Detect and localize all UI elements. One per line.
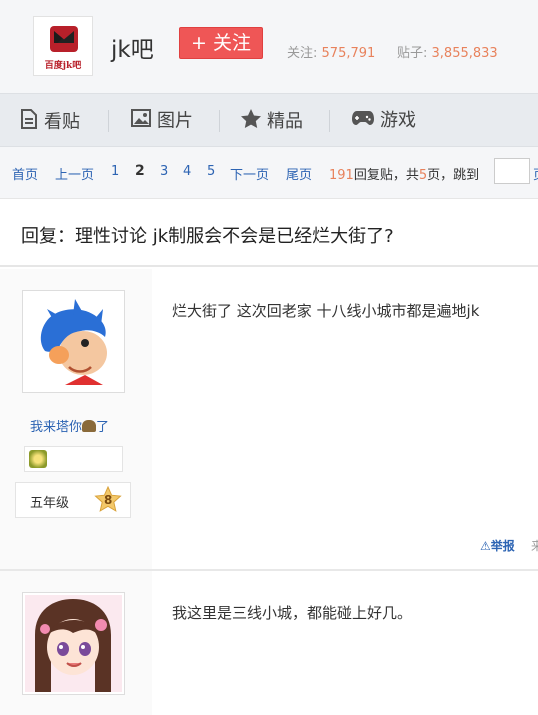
username[interactable]: 我来塔你了 bbox=[30, 416, 109, 435]
nav-divider bbox=[329, 110, 330, 132]
document-icon bbox=[20, 109, 38, 136]
nav-divider bbox=[108, 110, 109, 132]
pager-prev[interactable]: 上一页 bbox=[55, 164, 94, 183]
tab-games-label: 游戏 bbox=[380, 110, 416, 131]
thread-title: 回复：理性讨论 jk制服会不会是已经烂大街了? bbox=[21, 226, 394, 247]
thread-title-bar: 回复：理性讨论 jk制服会不会是已经烂大街了? bbox=[0, 200, 538, 267]
warning-icon: ⚠ bbox=[480, 539, 491, 553]
forum-name[interactable]: jk吧 bbox=[111, 30, 154, 64]
report-link[interactable]: ⚠举报 bbox=[480, 537, 515, 554]
posts-label: 贴子: bbox=[397, 46, 428, 61]
pager-page-5[interactable]: 5 bbox=[207, 164, 215, 179]
pager-first[interactable]: 首页 bbox=[12, 164, 38, 183]
logo-text: 百度jk吧 bbox=[44, 61, 82, 71]
pager-page-3[interactable]: 3 bbox=[160, 164, 168, 179]
pagination: 首页 上一页 1 2 3 4 5 下一页 尾页 191回复贴，共5页，跳到 bbox=[0, 147, 538, 199]
forum-logo[interactable]: 百度jk吧 bbox=[33, 16, 93, 76]
logo-cup-icon bbox=[50, 26, 78, 52]
followers-stat: 关注: 575,791 bbox=[287, 42, 375, 61]
post-content: 我这里是三线小城，都能碰上好几。 bbox=[172, 604, 413, 622]
pager-page-current: 2 bbox=[135, 163, 145, 179]
follow-button[interactable]: + 关注 bbox=[179, 27, 263, 59]
tab-posts[interactable]: 看贴 bbox=[20, 109, 80, 133]
post: 我这里是三线小城，都能碰上好几。 bbox=[0, 571, 538, 715]
followers-value: 575,791 bbox=[321, 46, 376, 61]
avatar[interactable] bbox=[22, 290, 125, 393]
badge-row bbox=[24, 446, 123, 472]
level-name: 五年级 bbox=[30, 496, 70, 511]
page-count: 5 bbox=[418, 168, 428, 183]
pager-last[interactable]: 尾页 bbox=[286, 164, 312, 183]
page-jump-suffix: 页 bbox=[533, 164, 538, 183]
forum-header: 百度jk吧 jk吧 + 关注 关注: 575,791 贴子: 3,855,833 bbox=[0, 0, 538, 93]
avatar[interactable] bbox=[22, 592, 125, 695]
username-suffix: 了 bbox=[96, 420, 110, 435]
reply-label: 回复贴，共 bbox=[353, 168, 419, 183]
badge-icon[interactable] bbox=[29, 450, 47, 468]
pager-page-1[interactable]: 1 bbox=[111, 164, 119, 179]
tab-featured[interactable]: 精品 bbox=[241, 109, 303, 133]
report-label: 举报 bbox=[490, 539, 515, 553]
followers-label: 关注: bbox=[287, 46, 318, 61]
pager-page-4[interactable]: 4 bbox=[183, 164, 191, 179]
user-level[interactable]: 五年级 8 bbox=[15, 482, 131, 518]
page-suffix: 页，跳到 bbox=[427, 168, 480, 183]
tab-images[interactable]: 图片 bbox=[131, 109, 193, 133]
gamepad-icon bbox=[352, 109, 374, 133]
image-icon bbox=[131, 109, 151, 134]
posts-value: 3,855,833 bbox=[431, 46, 498, 61]
forum-nav: 看贴 图片 精品 游戏 bbox=[0, 93, 538, 147]
pager-next[interactable]: 下一页 bbox=[230, 164, 269, 183]
nav-divider bbox=[219, 110, 220, 132]
tab-images-label: 图片 bbox=[157, 110, 193, 132]
pager-info: 191回复贴，共5页，跳到 bbox=[329, 164, 479, 183]
reply-count: 191 bbox=[329, 168, 354, 183]
tab-featured-label: 精品 bbox=[267, 111, 303, 132]
tab-posts-label: 看贴 bbox=[44, 111, 80, 133]
post-content: 烂大街了 这次回老家 十八线小城市都是遍地jk bbox=[172, 302, 480, 320]
tab-games[interactable]: 游戏 bbox=[352, 109, 416, 133]
star-icon bbox=[241, 109, 261, 135]
post: 我来塔你了 五年级 8 烂大街了 这次回老家 十八线小城市都是遍地jk ⚠举报 … bbox=[0, 269, 538, 569]
reply-edge-text: 来 bbox=[531, 539, 538, 553]
posts-stat: 贴子: 3,855,833 bbox=[397, 42, 498, 61]
username-text: 我来塔你 bbox=[30, 420, 83, 435]
page-jump-input[interactable] bbox=[494, 158, 530, 184]
level-number: 8 bbox=[104, 493, 113, 507]
emoji-icon bbox=[82, 420, 97, 432]
